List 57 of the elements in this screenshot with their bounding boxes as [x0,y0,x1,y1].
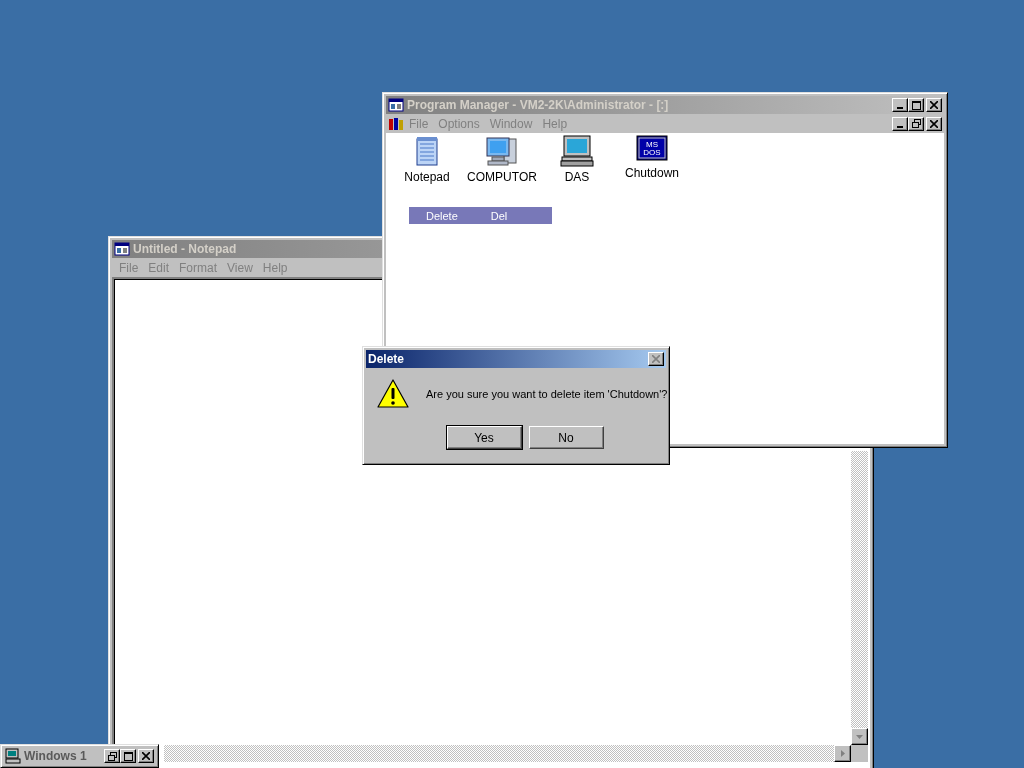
close-icon [930,101,938,109]
minimize-icon [897,107,903,109]
menu-item[interactable]: Window [484,116,538,131]
warning-icon [376,378,410,410]
minimize-icon [897,125,903,128]
close-button[interactable] [926,98,942,112]
window-title: Untitled - Notepad [133,242,238,256]
right-arrow-icon [840,750,845,757]
size-grip[interactable] [851,745,868,762]
icon-label[interactable]: COMPUTOR [467,170,537,184]
group-icon[interactable] [388,116,404,131]
icon-label[interactable]: Chutdown [624,166,679,180]
computer-icon [5,748,21,764]
horizontal-scrollbar[interactable] [164,745,851,762]
close-icon [930,119,938,128]
dialog-title: Delete [368,352,406,366]
ms-dos-icon[interactable]: MS DOS [636,135,668,163]
scroll-right-button[interactable] [834,745,851,762]
dialog-message: Are you sure you want to delete item 'Chutdown'? [426,388,668,400]
restore-icon [911,119,921,128]
computer-icon[interactable] [560,135,594,167]
minimize-button[interactable] [892,98,908,112]
vertical-scrollbar[interactable] [851,451,868,745]
icon-label[interactable]: DAS [564,170,590,184]
down-arrow-icon [856,734,863,739]
menu-row-text: Del [490,209,508,222]
maximize-button[interactable] [908,98,924,112]
menu-item[interactable]: File [404,116,434,131]
restore-button[interactable] [908,116,924,131]
menu-item[interactable]: Options [433,116,485,131]
menu-item[interactable]: Help [537,116,573,131]
maximize-button[interactable] [120,749,136,763]
maximize-icon [123,751,133,761]
menu-item[interactable]: View [222,260,258,275]
menu-item[interactable]: Help [257,260,293,275]
window-title: Windows 1 [24,749,88,763]
program-manager-icon [388,97,404,113]
close-icon [652,355,660,363]
minimize-button[interactable] [892,116,908,131]
restore-button[interactable] [104,749,120,763]
menu-item[interactable]: File [114,260,144,275]
scroll-down-button[interactable] [851,728,868,745]
minimized-window[interactable]: Windows 1 [0,744,159,768]
menu-item[interactable]: Edit [143,260,175,275]
maximize-icon [911,100,921,110]
close-button[interactable] [138,749,154,763]
restore-icon [107,751,117,761]
close-button[interactable] [648,352,664,366]
yes-button[interactable]: Yes [446,426,522,449]
close-icon [142,752,150,760]
menu-item[interactable]: Format [174,260,223,275]
window-title: Program Manager - VM2-2K\Administrator - [:] [407,98,670,112]
icon-label[interactable]: Notepad [404,170,450,184]
no-button[interactable]: No [528,426,604,449]
selected-menu-row[interactable]: Delete Del [409,207,552,224]
menu-row-text: Delete [426,209,458,222]
close-button[interactable] [926,116,942,131]
